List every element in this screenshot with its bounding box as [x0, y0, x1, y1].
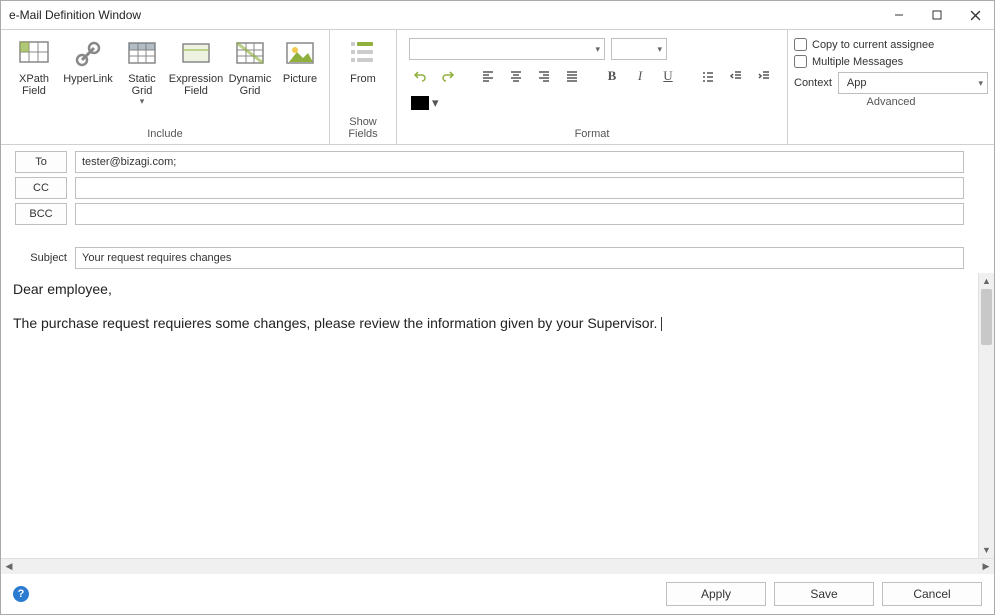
to-button[interactable]: To	[15, 151, 67, 173]
maximize-button[interactable]	[918, 1, 956, 29]
body-line: The purchase request requieres some chan…	[13, 315, 966, 331]
picture-label: Picture	[283, 73, 317, 85]
static-grid-button[interactable]: Static Grid ▾	[115, 34, 169, 107]
vertical-scrollbar[interactable]: ▲ ▼	[978, 273, 994, 558]
ribbon-group-showfields: From Show Fields	[330, 30, 397, 144]
underline-button[interactable]: U	[657, 65, 679, 87]
header-fields: To CC BCC Subject	[1, 145, 994, 273]
context-combo[interactable]: App ▾	[838, 72, 988, 94]
expression-field-button[interactable]: Expression Field	[169, 34, 223, 97]
italic-button[interactable]: I	[629, 65, 651, 87]
format-group-label: Format	[403, 126, 781, 142]
to-input[interactable]	[75, 151, 964, 173]
window-title: e-Mail Definition Window	[9, 8, 141, 22]
bold-button[interactable]: B	[601, 65, 623, 87]
multiple-messages-checkbox[interactable]: Multiple Messages	[794, 55, 988, 68]
ribbon-group-include: XPath Field HyperLink Static Grid ▾ Exp	[1, 30, 330, 144]
context-value: App	[843, 77, 867, 89]
xpath-field-label: XPath Field	[9, 73, 59, 97]
xpath-field-button[interactable]: XPath Field	[7, 34, 61, 97]
scroll-track[interactable]	[979, 289, 994, 542]
text-cursor	[661, 317, 662, 331]
picture-button[interactable]: Picture	[277, 34, 323, 85]
picture-icon	[284, 38, 316, 70]
expression-field-icon	[180, 38, 212, 70]
font-color-button[interactable]: ▾	[409, 92, 441, 114]
body-editor[interactable]: Dear employee, The purchase request requ…	[1, 273, 978, 558]
font-family-combo[interactable]: ▾	[409, 38, 605, 60]
align-right-button[interactable]	[533, 65, 555, 87]
expression-field-label: Expression Field	[169, 73, 223, 97]
hyperlink-label: HyperLink	[63, 73, 113, 85]
chevron-down-icon: ▾	[432, 95, 439, 111]
chevron-down-icon: ▾	[657, 44, 662, 55]
minimize-button[interactable]	[880, 1, 918, 29]
dynamic-grid-label: Dynamic Grid	[225, 73, 275, 97]
align-left-button[interactable]	[477, 65, 499, 87]
chevron-down-icon: ▾	[978, 78, 983, 89]
save-button[interactable]: Save	[774, 582, 874, 606]
subject-input[interactable]	[75, 247, 964, 269]
bcc-input[interactable]	[75, 203, 964, 225]
from-button[interactable]: From	[336, 34, 390, 85]
static-grid-icon	[126, 38, 158, 70]
scroll-up-arrow[interactable]: ▲	[979, 273, 994, 289]
subject-label: Subject	[15, 252, 67, 264]
close-button[interactable]	[956, 1, 994, 29]
cc-input[interactable]	[75, 177, 964, 199]
align-center-button[interactable]	[505, 65, 527, 87]
bcc-button[interactable]: BCC	[15, 203, 67, 225]
align-justify-button[interactable]	[561, 65, 583, 87]
cc-button[interactable]: CC	[15, 177, 67, 199]
hyperlink-icon	[72, 38, 104, 70]
help-icon[interactable]: ?	[13, 586, 29, 602]
multiple-messages-input[interactable]	[794, 55, 807, 68]
copy-assignee-checkbox[interactable]: Copy to current assignee	[794, 38, 988, 51]
cancel-button[interactable]: Cancel	[882, 582, 982, 606]
include-group-label: Include	[7, 126, 323, 142]
apply-button[interactable]: Apply	[666, 582, 766, 606]
xpath-field-icon	[18, 38, 50, 70]
advanced-group-label: Advanced	[794, 94, 988, 110]
ribbon: XPath Field HyperLink Static Grid ▾ Exp	[1, 29, 994, 145]
hyperlink-button[interactable]: HyperLink	[61, 34, 115, 85]
copy-assignee-label: Copy to current assignee	[812, 39, 934, 51]
scroll-thumb[interactable]	[981, 289, 992, 345]
ribbon-group-advanced: Copy to current assignee Multiple Messag…	[788, 30, 994, 144]
showfields-group-label: Show Fields	[336, 114, 390, 142]
titlebar: e-Mail Definition Window	[1, 1, 994, 29]
scroll-down-arrow[interactable]: ▼	[979, 542, 994, 558]
dynamic-grid-button[interactable]: Dynamic Grid	[223, 34, 277, 97]
font-size-combo[interactable]: ▾	[611, 38, 667, 60]
bullet-list-button[interactable]	[697, 65, 719, 87]
redo-button[interactable]	[437, 65, 459, 87]
horizontal-scrollbar[interactable]: ◀ ▶	[1, 558, 994, 574]
indent-button[interactable]	[753, 65, 775, 87]
undo-button[interactable]	[409, 65, 431, 87]
scroll-track[interactable]	[17, 559, 978, 574]
copy-assignee-input[interactable]	[794, 38, 807, 51]
from-label: From	[350, 73, 376, 85]
scroll-right-arrow[interactable]: ▶	[978, 559, 994, 574]
body-area: Dear employee, The purchase request requ…	[1, 273, 994, 558]
chevron-down-icon: ▾	[595, 44, 600, 55]
body-line: Dear employee,	[13, 281, 966, 297]
from-icon	[347, 38, 379, 70]
scroll-left-arrow[interactable]: ◀	[1, 559, 17, 574]
chevron-down-icon: ▾	[140, 97, 145, 107]
color-swatch	[411, 96, 429, 110]
context-label: Context	[794, 77, 832, 89]
footer: ? Apply Save Cancel	[1, 574, 994, 614]
static-grid-label: Static Grid	[117, 73, 167, 97]
ribbon-group-format: ▾ ▾	[397, 30, 788, 144]
outdent-button[interactable]	[725, 65, 747, 87]
multiple-messages-label: Multiple Messages	[812, 56, 903, 68]
dynamic-grid-icon	[234, 38, 266, 70]
